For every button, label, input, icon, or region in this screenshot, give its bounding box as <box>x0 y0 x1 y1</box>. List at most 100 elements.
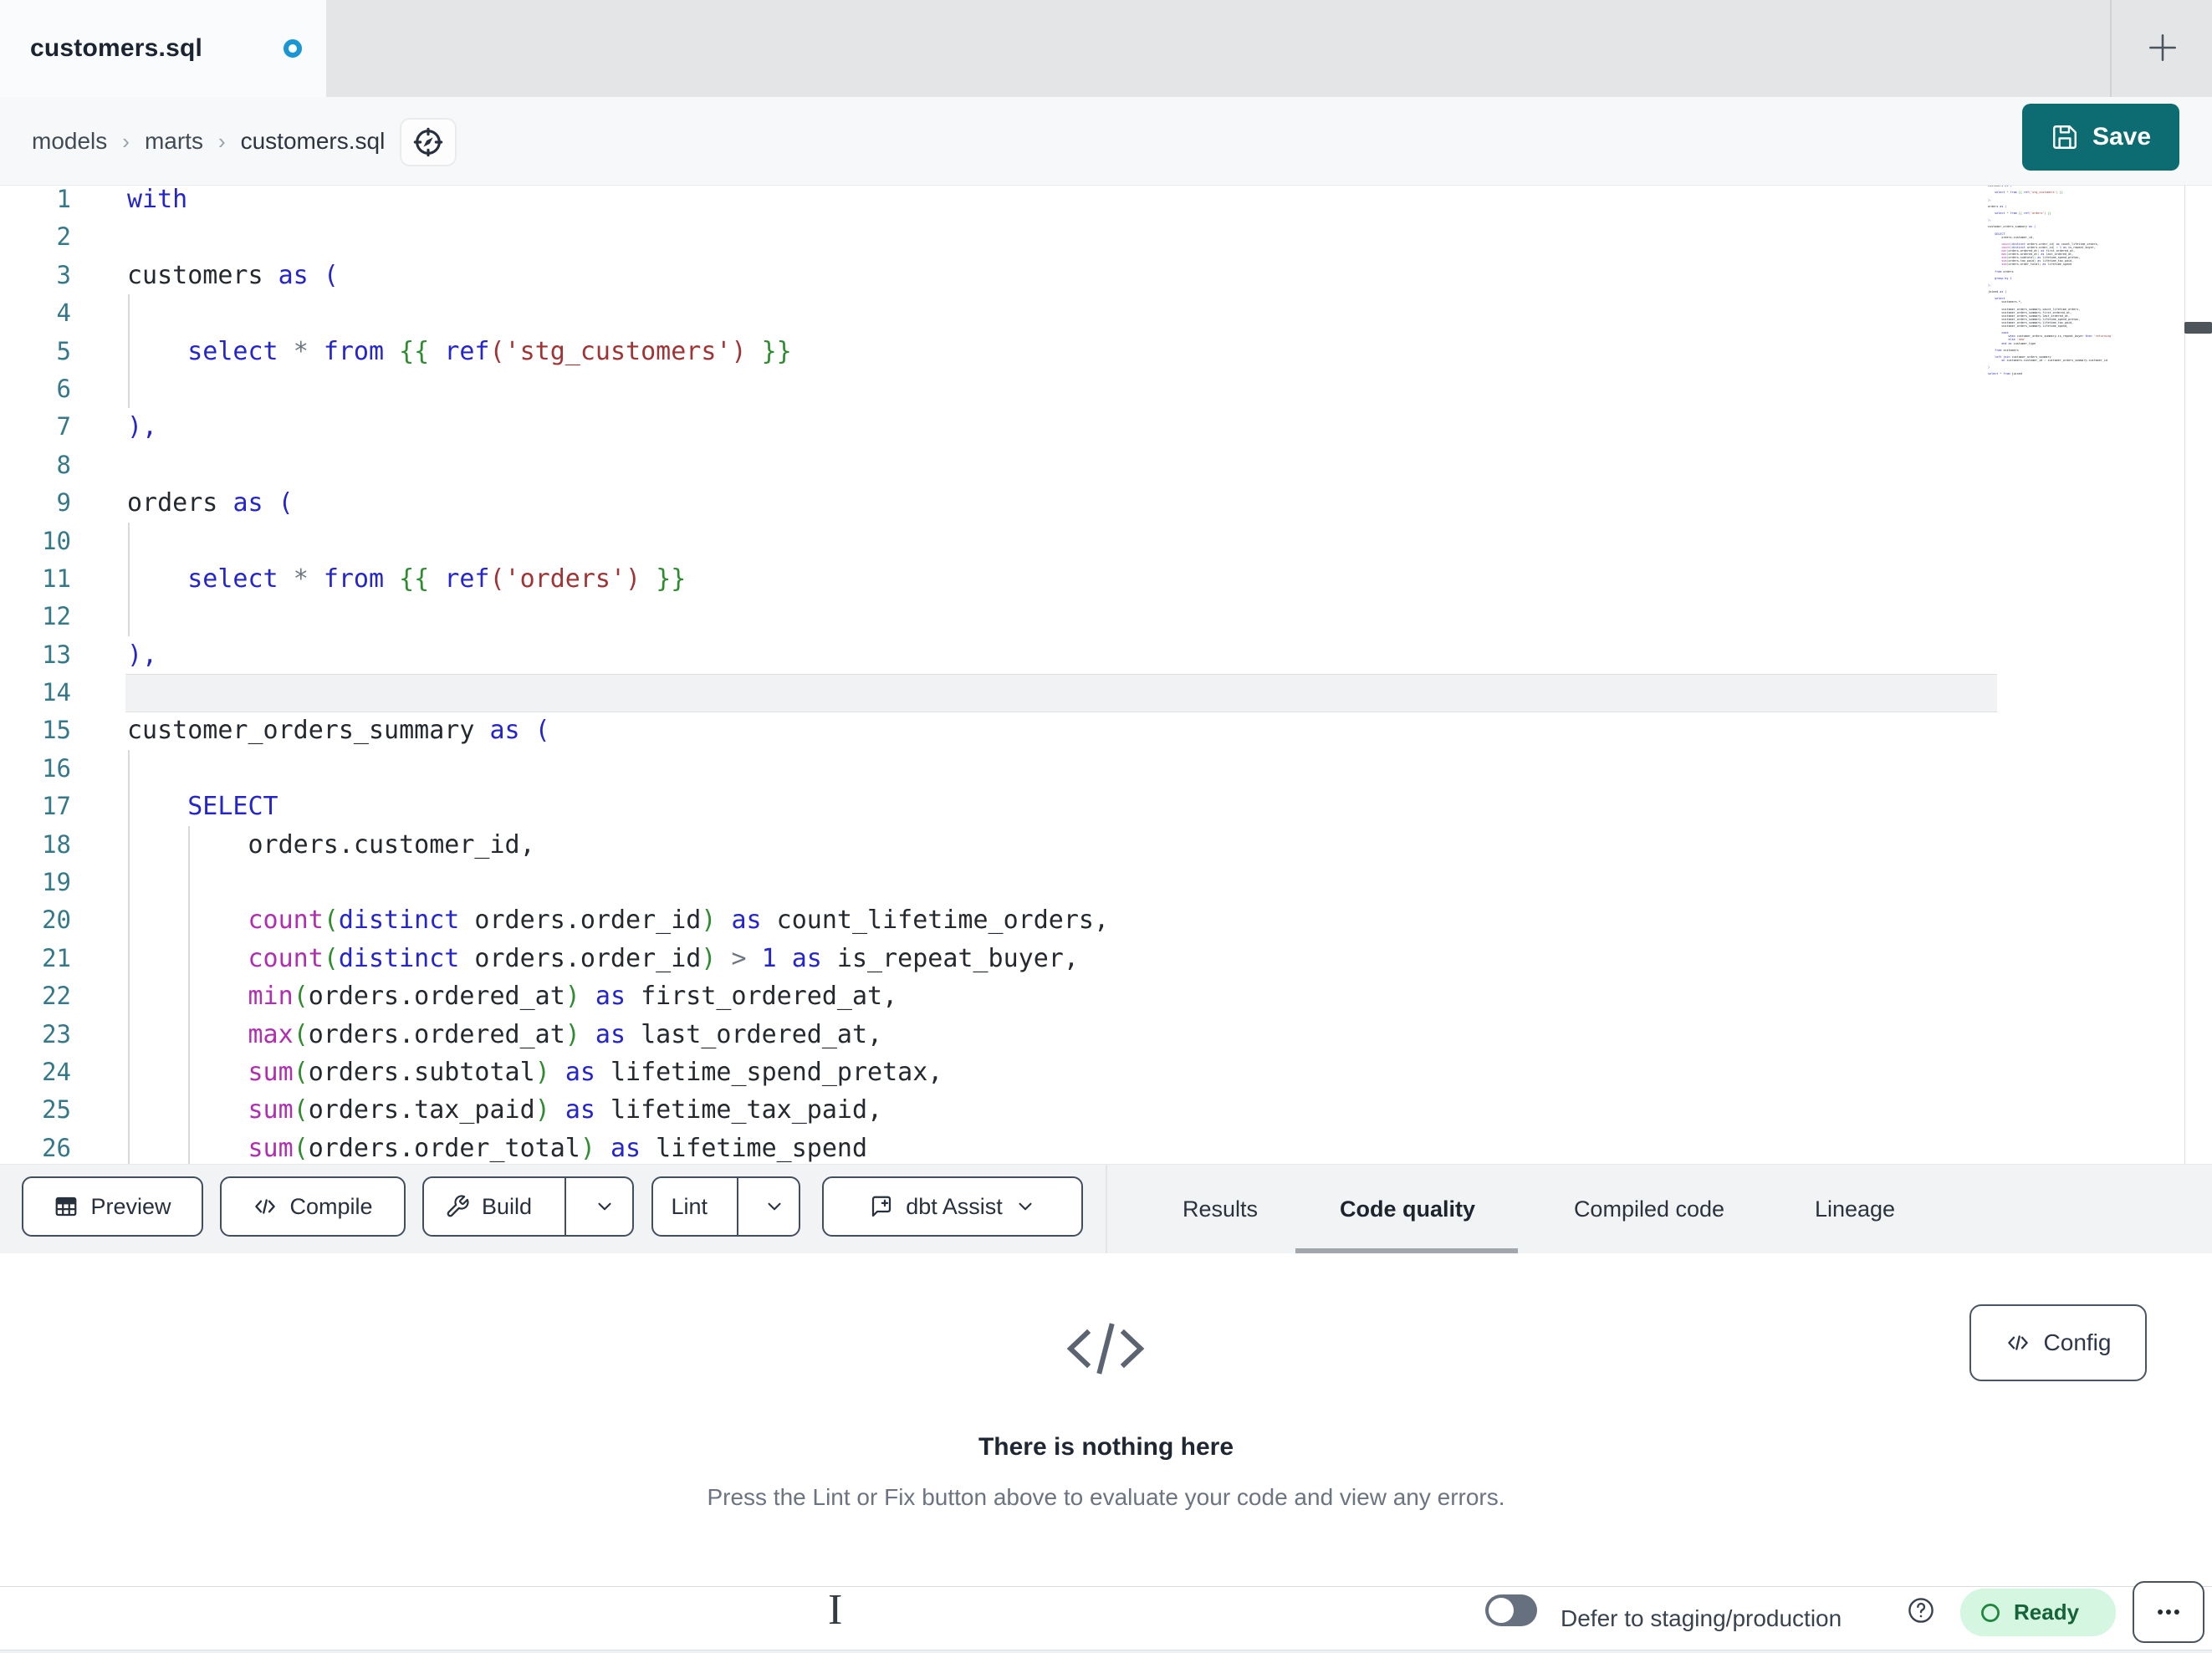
ellipsis-icon <box>2158 1610 2179 1615</box>
code-line[interactable]: ), <box>127 636 1109 674</box>
code-lines: with customers as ( select * from {{ ref… <box>127 186 1109 1164</box>
breadcrumb-marts[interactable]: marts <box>145 128 203 155</box>
code-line[interactable] <box>127 750 1109 788</box>
status-badge: Ready <box>1960 1589 2116 1636</box>
code-line[interactable]: select * from joined <box>1988 372 2120 375</box>
new-tab-button[interactable] <box>2143 28 2183 69</box>
tab-lineage[interactable]: Lineage <box>1806 1165 1904 1254</box>
code-line[interactable]: with <box>127 186 1109 218</box>
code-line[interactable]: max(orders.ordered_at) as last_ordered_a… <box>127 1016 1109 1054</box>
line-number: 17 <box>42 792 71 821</box>
line-number: 19 <box>42 868 71 897</box>
compile-button[interactable]: Compile <box>220 1176 406 1237</box>
save-button[interactable]: Save <box>2022 104 2179 171</box>
code-line[interactable]: orders.customer_id, <box>127 826 1109 864</box>
line-number: 2 <box>56 222 71 252</box>
tab-results[interactable]: Results <box>1175 1165 1265 1254</box>
wrench-icon <box>447 1195 469 1217</box>
code-line[interactable] <box>127 598 1109 635</box>
minimap[interactable]: with customers as ( select * from {{ ref… <box>1988 186 2120 386</box>
lint-dropdown-button[interactable] <box>750 1178 799 1235</box>
code-line[interactable] <box>127 218 1109 256</box>
table-icon <box>56 1196 77 1217</box>
code-line[interactable]: SELECT <box>127 788 1109 825</box>
code-line[interactable] <box>127 864 1109 901</box>
tab-code-quality[interactable]: Code quality <box>1328 1165 1487 1254</box>
tab-compiled-code[interactable]: Compiled code <box>1556 1165 1742 1254</box>
code-line[interactable] <box>127 674 1109 712</box>
config-label: Config <box>2043 1329 2112 1355</box>
code-line[interactable]: min(orders.ordered_at) as first_ordered_… <box>127 977 1109 1015</box>
code-slash-icon <box>1066 1323 1145 1375</box>
ide-navigate-button[interactable] <box>400 118 457 166</box>
build-button[interactable]: Build <box>424 1178 553 1235</box>
line-number: 8 <box>56 450 71 479</box>
line-number: 25 <box>42 1095 71 1125</box>
code-line[interactable]: orders as ( <box>127 484 1109 522</box>
lint-split-button: Lint <box>651 1176 800 1237</box>
tabbar-divider <box>2110 0 2112 97</box>
code-line[interactable]: select * from {{ ref('stg_customers') }} <box>127 333 1109 370</box>
line-number: 23 <box>42 1019 71 1048</box>
config-button[interactable]: Config <box>1969 1304 2147 1381</box>
line-number: 22 <box>42 982 71 1011</box>
tab-customers-sql[interactable]: customers.sql <box>0 0 326 97</box>
gutter: 1 2 3 4 5 6 7 8 9 10 11 12 13 14 15 16 17 18 19 20 21 22 23 24 2… <box>0 186 71 1164</box>
build-split-button: Build <box>422 1176 634 1237</box>
lint-label: Lint <box>671 1193 708 1219</box>
code-line[interactable]: customers as ( <box>127 257 1109 294</box>
code-line[interactable] <box>127 370 1109 408</box>
line-number: 21 <box>42 943 71 972</box>
code-editor[interactable]: 1 2 3 4 5 6 7 8 9 10 11 12 13 14 15 16 17 18 19 20 21 22 23 24 2… <box>0 186 2212 1164</box>
code-line[interactable]: count(distinct orders.order_id) > 1 as i… <box>127 940 1109 977</box>
dbt-assist-button[interactable]: dbt Assist <box>822 1176 1083 1237</box>
code-line[interactable]: ), <box>127 408 1109 446</box>
preview-label: Preview <box>90 1193 171 1219</box>
code-line[interactable]: on customers.customer_id = customer_orde… <box>1988 359 2120 362</box>
file-header-row: models › marts › customers.sql Save <box>0 97 2212 186</box>
lint-button-divider <box>737 1178 739 1235</box>
line-number: 9 <box>56 488 71 518</box>
save-label: Save <box>2092 123 2152 151</box>
code-line[interactable] <box>127 446 1109 484</box>
breadcrumb-file: customers.sql <box>240 128 386 154</box>
defer-toggle[interactable] <box>1485 1594 1537 1626</box>
breadcrumb-models[interactable]: models <box>32 128 107 155</box>
code-line[interactable]: sum(orders.subtotal) as lifetime_spend_p… <box>127 1054 1109 1091</box>
more-options-button[interactable] <box>2133 1581 2204 1643</box>
status-circle-icon <box>1981 1603 2000 1622</box>
code-line[interactable]: customer_orders_summary as ( <box>127 712 1109 749</box>
code-line[interactable]: count(distinct orders.order_id) as count… <box>127 901 1110 939</box>
lint-button[interactable]: Lint <box>653 1178 725 1235</box>
line-number: 5 <box>56 336 71 365</box>
code-line[interactable] <box>127 523 1109 560</box>
line-number: 18 <box>42 829 71 859</box>
tab-code-quality-label: Code quality <box>1339 1196 1475 1222</box>
dbt-cloud-ide-window: customers.sql models › marts › customers… <box>0 0 2212 1653</box>
code-line[interactable]: sum(orders.order_total) as lifetime_spen… <box>127 1130 1109 1164</box>
status-label: Ready <box>2014 1599 2080 1625</box>
code-line[interactable]: sum(orders.tax_paid) as lifetime_tax_pai… <box>127 1091 1109 1129</box>
chat-sparkle-icon <box>872 1196 891 1217</box>
code-line[interactable] <box>127 294 1109 332</box>
dbt-assist-label: dbt Assist <box>906 1193 1003 1219</box>
line-number: 13 <box>42 640 71 669</box>
code-line[interactable]: select * from {{ ref('orders') }} <box>127 560 1109 598</box>
editor-scrollbar-thumb[interactable] <box>2184 322 2212 334</box>
editor-tab-bar: customers.sql <box>0 0 2212 97</box>
line-number: 15 <box>42 716 71 745</box>
tab-results-label: Results <box>1182 1196 1259 1222</box>
preview-button[interactable]: Preview <box>22 1176 203 1237</box>
tab-title: customers.sql <box>30 34 203 62</box>
build-label: Build <box>482 1193 533 1219</box>
line-number: 4 <box>56 298 71 328</box>
build-dropdown-button[interactable] <box>578 1178 632 1235</box>
line-number: 24 <box>42 1057 71 1086</box>
empty-state-subtitle: Press the Lint or Fix button above to ev… <box>707 1484 1505 1510</box>
compass-icon <box>413 127 443 157</box>
defer-label: Defer to staging/production <box>1561 1605 1842 1631</box>
line-number: 12 <box>42 602 71 631</box>
line-number: 20 <box>42 906 71 935</box>
help-icon[interactable] <box>1907 1596 1935 1625</box>
status-bar: I Defer to staging/production Ready <box>0 1581 2212 1650</box>
